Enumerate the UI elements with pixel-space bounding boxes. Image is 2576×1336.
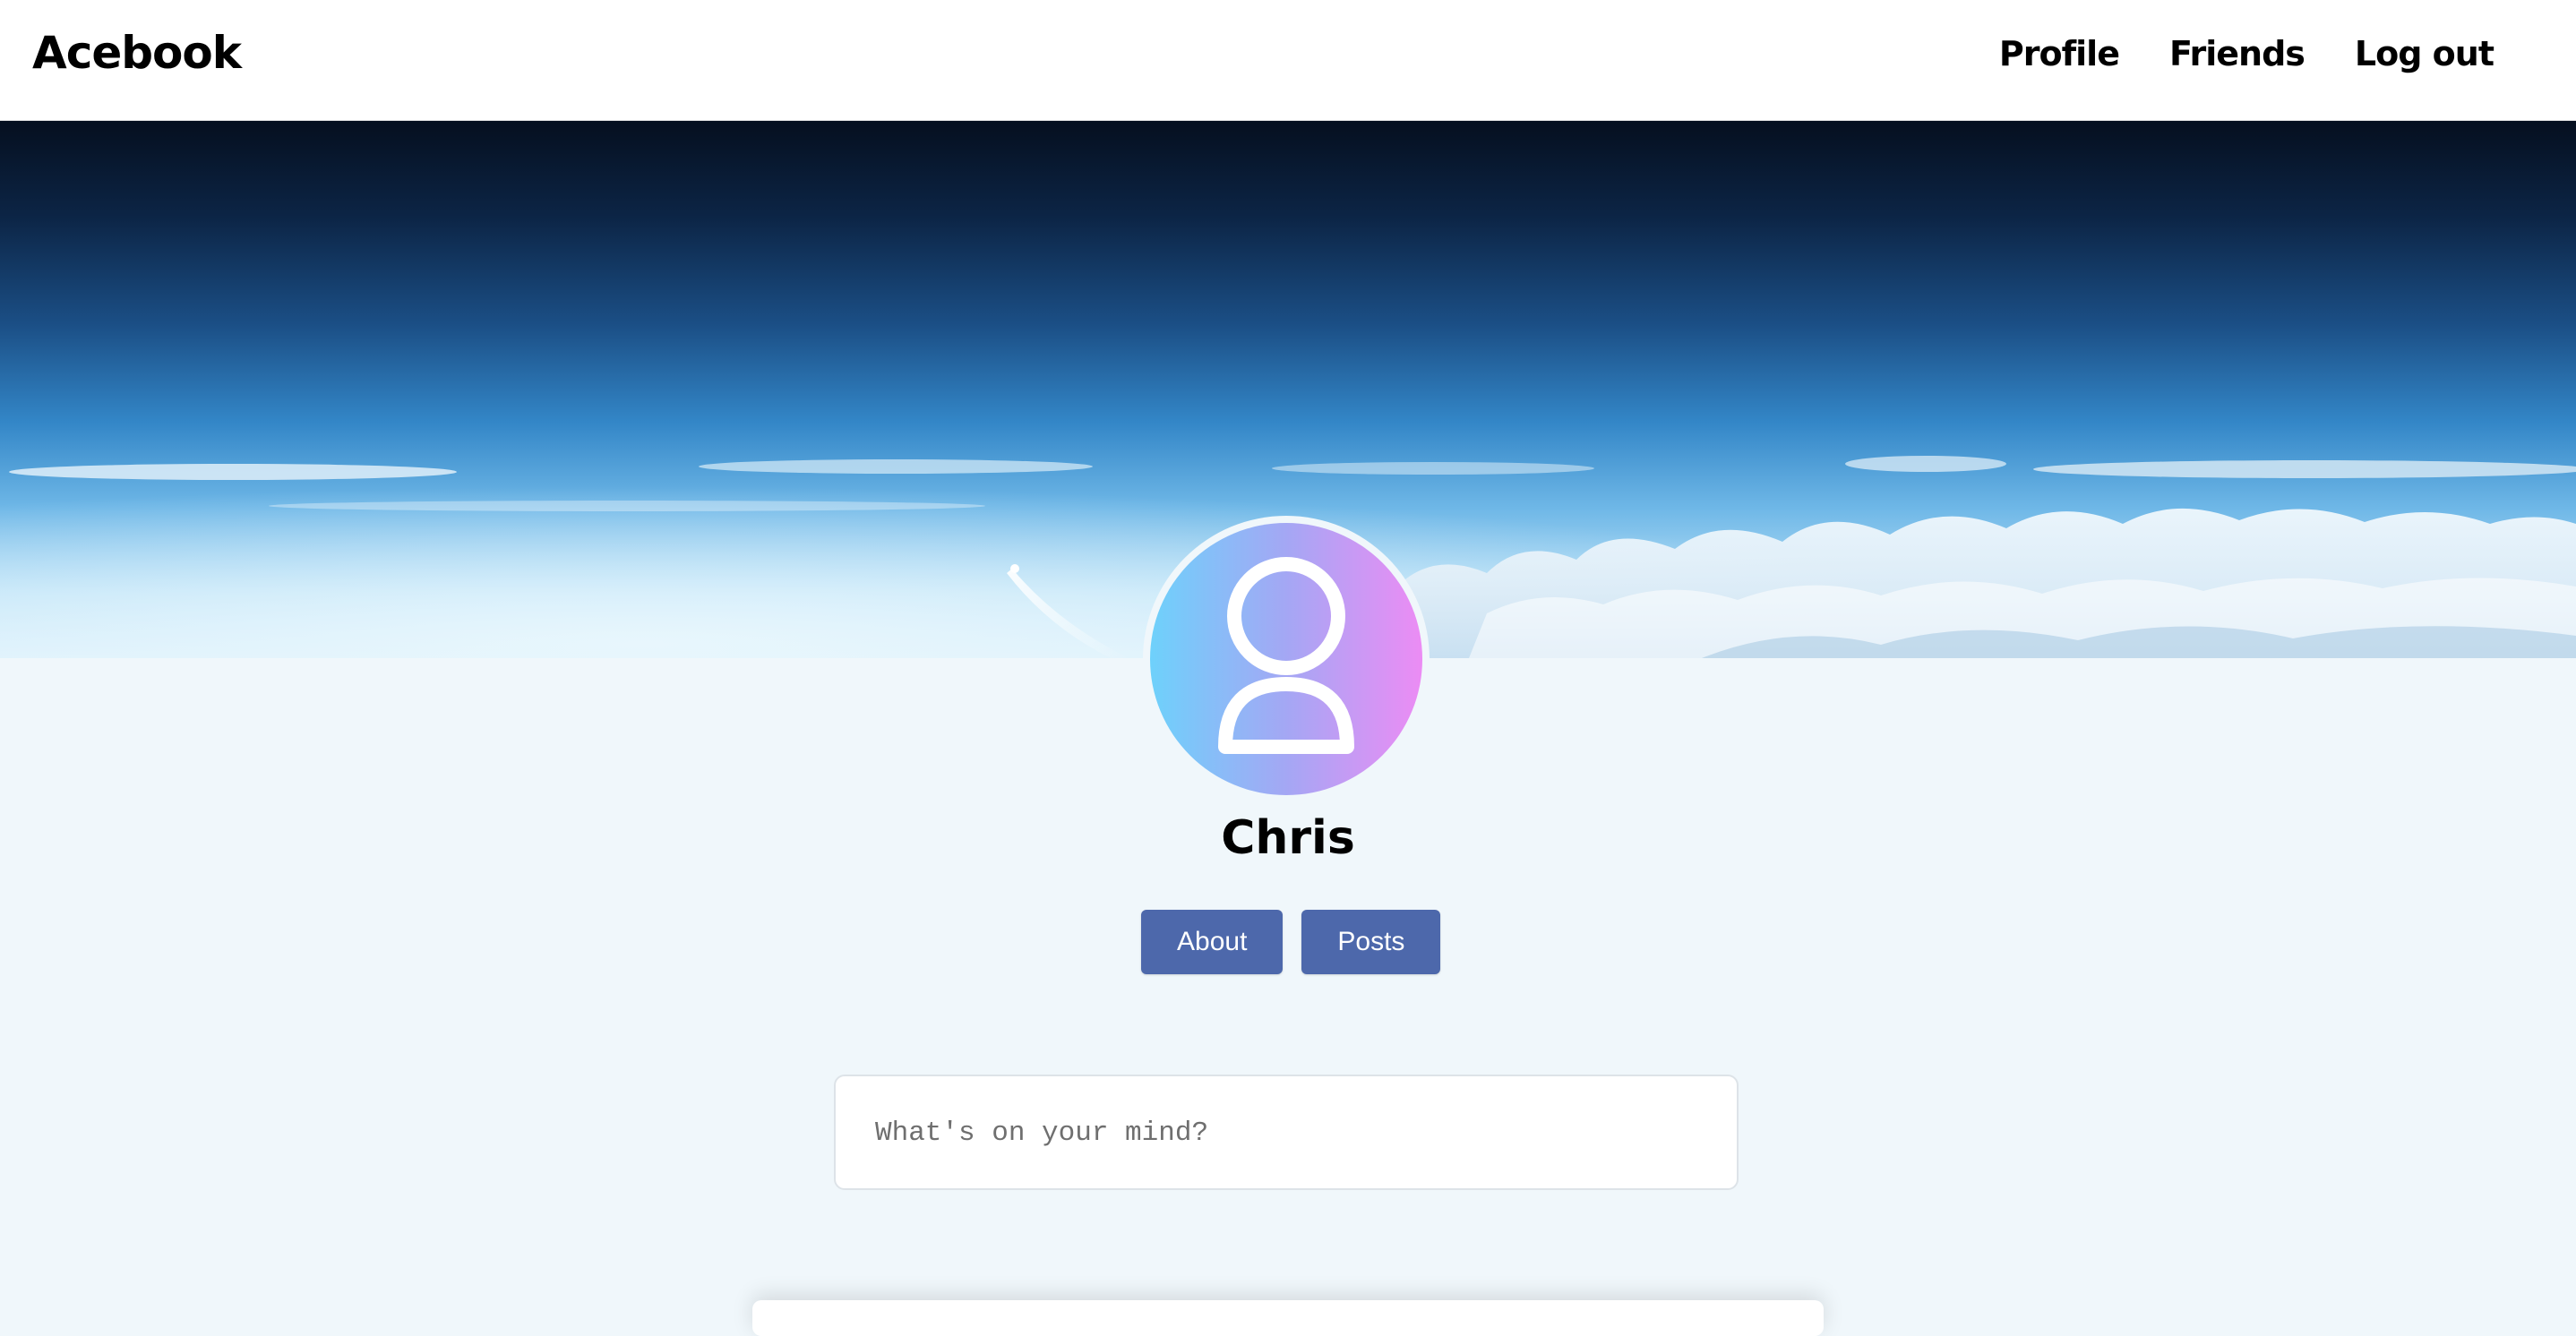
nav-link-friends[interactable]: Friends <box>2169 34 2306 73</box>
nav-link-profile[interactable]: Profile <box>1999 34 2120 73</box>
top-navbar: Acebook Profile Friends Log out <box>0 0 2576 121</box>
brand-logo[interactable]: Acebook <box>32 27 242 79</box>
nav-link-logout[interactable]: Log out <box>2355 34 2494 73</box>
posts-button[interactable]: Posts <box>1301 910 1441 974</box>
profile-name: Chris <box>1221 811 1355 865</box>
post-input[interactable] <box>873 1076 1710 1190</box>
avatar-circle <box>1150 523 1422 795</box>
post-card <box>752 1300 1824 1336</box>
about-button[interactable]: About <box>1141 910 1284 974</box>
nav-links: Profile Friends Log out <box>1999 34 2494 73</box>
profile-tabs: About Posts <box>1141 910 1441 974</box>
user-silhouette-icon <box>1218 557 1354 754</box>
avatar[interactable] <box>1143 516 1430 802</box>
post-composer <box>834 1075 1739 1190</box>
